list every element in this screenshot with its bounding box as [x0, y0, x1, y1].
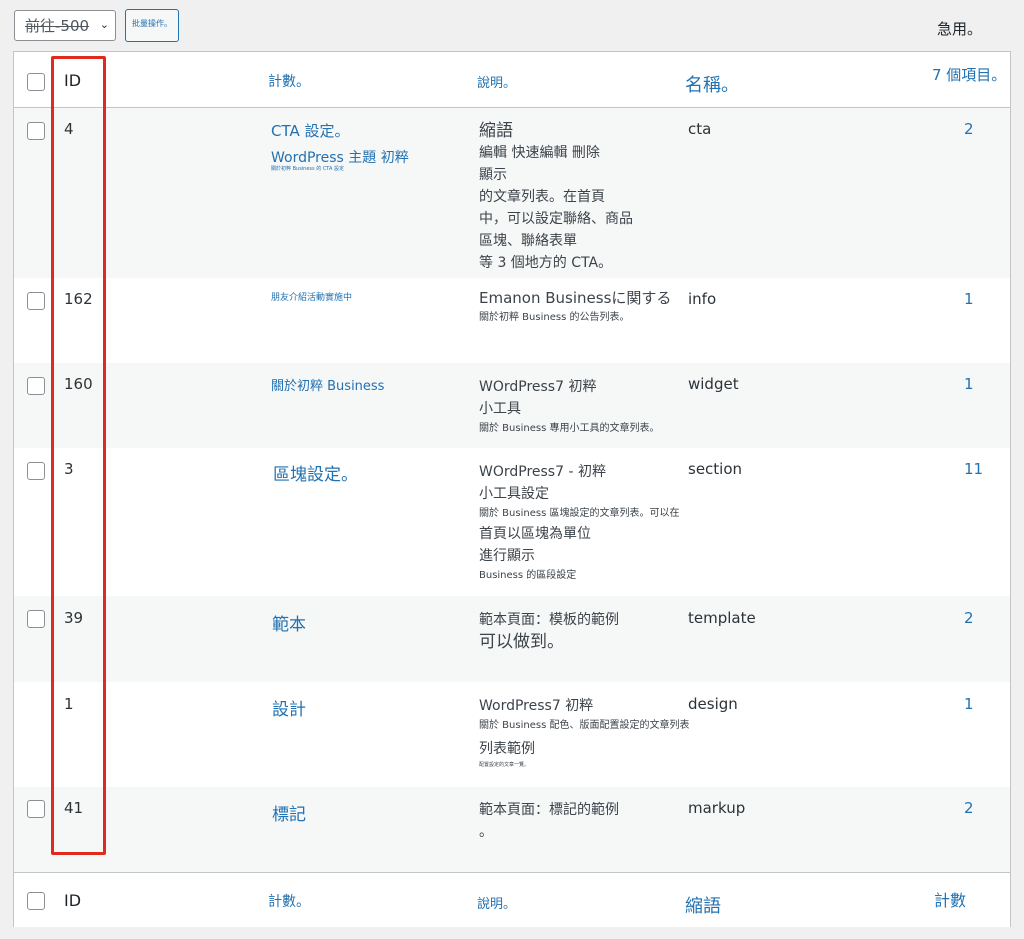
desc-small: 關於 Business 區塊設定的文章列表。可以在 [479, 508, 680, 519]
desc-tiny: 配置設定的文章一覽。 [479, 762, 530, 768]
term-slug: info [688, 290, 717, 308]
desc-line: 的文章列表。在首頁 [479, 189, 605, 205]
desc-line: 顯示 [479, 167, 507, 183]
desc-line: 縮語 [479, 121, 513, 141]
select-all-checkbox[interactable] [27, 73, 45, 91]
row-checkbox[interactable] [27, 377, 45, 395]
desc-small: 關於初粹 Business 的公告列表。 [479, 312, 630, 323]
term-count-link[interactable]: 2 [964, 609, 974, 627]
row-checkbox[interactable] [27, 610, 45, 628]
select-all-checkbox-footer[interactable] [27, 892, 45, 910]
term-description: 範本頁面：模板的範例 可以做到。 [479, 609, 694, 653]
column-header-count[interactable]: 7 個項目。 [932, 64, 1006, 85]
table-row: 1 設計 WordPress7 初粹 關於 Business 配色、版面配置設定… [14, 682, 1010, 787]
table-footer: ID 計數。 說明。 縮語 計數 [14, 872, 1010, 927]
term-count-link[interactable]: 2 [964, 120, 974, 138]
table-row: 41 標記 範本頁面：標記的範例 。 markup 2 [14, 787, 1010, 872]
apply-button[interactable]: 批量操作。 [125, 9, 179, 42]
top-right-text: 急用。 [936, 20, 982, 38]
row-checkbox[interactable] [27, 800, 45, 818]
table-row: 3 區塊設定。 WOrdPress7 - 初粹 小工具設定 關於 Busines… [14, 448, 1010, 596]
column-header-name[interactable]: 計數。 [268, 71, 310, 91]
term-description: WordPress7 初粹 關於 Business 配色、版面配置設定的文章列表… [479, 695, 694, 770]
column-footer-slug[interactable]: 縮語 [685, 892, 721, 918]
term-description: Emanon Businessに関する 關於初粹 Business 的公告列表。 [479, 287, 694, 327]
desc-line: WordPress7 初粹 [479, 698, 594, 714]
desc-line: 首頁以區塊為單位 [479, 526, 591, 542]
term-name-tiny: 關於初粹 Business 的 CTA 設定 [271, 166, 344, 172]
term-description: WOrdPress7 初粹 小工具 關於 Business 專用小工具的文章列表… [479, 376, 694, 438]
term-count-link[interactable]: 1 [964, 695, 974, 713]
desc-line: 。 [479, 824, 493, 840]
term-count-link[interactable]: 1 [964, 290, 974, 308]
table-header: ID 計數。 說明。 名稱。 7 個項目。 [14, 52, 1010, 108]
bulk-action-value: 前往-500 [25, 17, 90, 35]
term-description: 縮語 編輯 快速編輯 刪除 顯示 的文章列表。在首頁 中，可以設定聯絡、商品 區… [479, 120, 694, 274]
desc-line: 中，可以設定聯絡、商品 [479, 211, 633, 227]
term-name-link[interactable]: 朋友介紹活動實施中 [271, 290, 352, 303]
desc-small: 關於 Business 專用小工具的文章列表。 [479, 423, 660, 434]
term-slug: section [688, 460, 743, 478]
table-row: 4 CTA 設定。 WordPress 主題 初粹 關於初粹 Business … [14, 108, 1010, 278]
term-slug: cta [688, 120, 712, 138]
desc-line: WOrdPress7 初粹 [479, 379, 597, 395]
terms-table: ID 計數。 說明。 名稱。 7 個項目。 4 CTA 設定。 WordPres… [13, 51, 1011, 927]
chevron-down-icon: ⌄ [99, 18, 109, 31]
desc-small: Business 的區段設定 [479, 570, 577, 581]
row-actions[interactable]: 編輯 快速編輯 刪除 [479, 142, 694, 164]
desc-line: 列表範例 [479, 741, 535, 757]
bulk-action-select[interactable]: 前往-500 ⌄ [14, 10, 116, 41]
term-count-link[interactable]: 1 [964, 375, 974, 393]
table-row: 160 關於初粹 Business WOrdPress7 初粹 小工具 關於 B… [14, 363, 1010, 448]
term-name-link[interactable]: 關於初粹 Business [271, 375, 384, 394]
column-footer-count[interactable]: 計數 [934, 887, 966, 911]
column-header-slug[interactable]: 名稱。 [685, 71, 739, 97]
desc-line: 範本頁面：標記的範例 [479, 802, 619, 818]
term-name-sub[interactable]: WordPress 主題 初粹 [271, 147, 409, 167]
desc-line: 區塊、聯絡表單 [479, 233, 577, 249]
table-row: 39 範本 範本頁面：模板的範例 可以做到。 template 2 [14, 596, 1010, 682]
desc-line: Emanon Businessに関する [479, 289, 672, 307]
term-name-link[interactable]: 範本 [272, 610, 306, 635]
term-description: 範本頁面：標記的範例 。 [479, 799, 694, 843]
desc-line: 小工具 [479, 401, 521, 417]
column-header-description[interactable]: 說明。 [477, 72, 516, 91]
row-checkbox[interactable] [27, 292, 45, 310]
term-slug: widget [688, 375, 739, 393]
desc-line: 等 3 個地方的 CTA。 [479, 255, 613, 271]
desc-line: 範本頁面：模板的範例 [479, 612, 619, 628]
desc-line: 進行顯示 [479, 548, 535, 564]
desc-small: 關於 Business 配色、版面配置設定的文章列表 [479, 720, 690, 731]
term-name-link[interactable]: 區塊設定。 [273, 460, 358, 485]
column-footer-description[interactable]: 說明。 [477, 893, 516, 912]
column-footer-id[interactable]: ID [64, 891, 81, 910]
id-column-highlight [51, 56, 106, 855]
desc-line: 可以做到。 [479, 632, 564, 652]
desc-line: 小工具設定 [479, 486, 549, 502]
term-count-link[interactable]: 11 [964, 460, 983, 478]
term-slug: template [688, 609, 756, 627]
term-name-link[interactable]: CTA 設定。 [271, 120, 350, 141]
row-checkbox[interactable] [27, 122, 45, 140]
term-count-link[interactable]: 2 [964, 799, 974, 817]
desc-line: WOrdPress7 - 初粹 [479, 464, 606, 480]
term-slug: markup [688, 799, 746, 817]
tablenav-top: 前往-500 ⌄ 批量操作。 急用。 [0, 0, 1024, 50]
row-checkbox[interactable] [27, 462, 45, 480]
term-name-link[interactable]: 標記 [272, 800, 306, 825]
term-name-link[interactable]: 設計 [272, 695, 306, 720]
term-slug: design [688, 695, 738, 713]
table-row: 162 朋友介紹活動實施中 Emanon Businessに関する 關於初粹 B… [14, 278, 1010, 363]
term-description: WOrdPress7 - 初粹 小工具設定 關於 Business 區塊設定的文… [479, 461, 694, 585]
column-footer-name[interactable]: 計數。 [268, 891, 310, 911]
